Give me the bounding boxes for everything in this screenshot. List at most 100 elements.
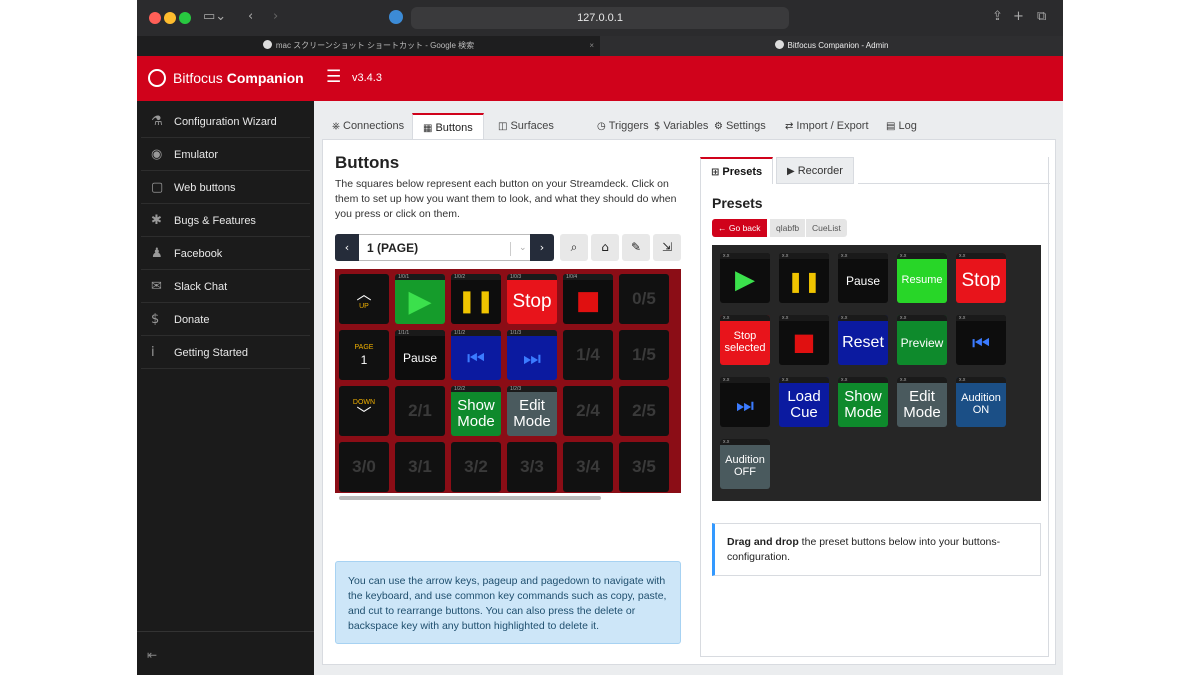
close-tab-icon[interactable]: × [589,36,594,56]
empty-button-slot[interactable]: 0/5 [619,274,669,324]
breadcrumb-label: qlabfb [776,223,800,233]
chevron-down-icon: ﹀ [356,404,372,423]
preset-button[interactable]: x.x Pause [838,253,888,303]
pause-icon: ❚❚ [457,289,495,315]
browser-tab-google[interactable]: mac スクリーンショット ショートカット - Google 検索 × [137,36,600,56]
brand-header[interactable]: Bitfocus Companion [137,56,314,101]
grid-button[interactable]: 1/1/3 ⏭ [507,330,557,380]
empty-button-slot[interactable]: 2/5 [619,386,669,436]
preset-button[interactable]: x.x Load Cue [779,377,829,427]
preset-label: Load Cue [787,388,821,421]
forward-icon[interactable]: › [273,9,278,24]
share-icon[interactable]: ⇪ [992,9,1003,24]
tablet-icon: ▢ [151,180,164,195]
go-back-button[interactable]: ← Go back [712,219,767,237]
preset-label: Resume [901,274,943,287]
breadcrumb-cuelist[interactable]: CueList [806,219,847,237]
preset-button[interactable]: x.x ❚❚ [779,253,829,303]
empty-button-slot[interactable]: 3/2 [451,442,501,492]
close-window-button[interactable] [149,12,161,24]
search-button[interactable]: ⌕ [560,234,588,261]
sidebar-item-slack-chat[interactable]: ✉ Slack Chat [141,271,310,303]
new-tab-icon[interactable]: + [1013,9,1024,24]
tabs-overview-icon[interactable]: ⧉ [1037,9,1046,24]
zoom-window-button[interactable] [179,12,191,24]
sidebar-item-facebook[interactable]: ♟ Facebook [141,238,310,270]
preset-label: Audition OFF [725,454,765,478]
sidebar-toggle-icon[interactable]: ▭⌄ [203,9,226,24]
edit-page-button[interactable]: ✎ [622,234,650,261]
next-page-button[interactable]: › [530,234,554,261]
preset-button[interactable]: x.x Stop selected [720,315,770,365]
browser-logo-icon [389,10,403,24]
empty-button-slot[interactable]: 3/4 [563,442,613,492]
home-button[interactable]: ⌂ [591,234,619,261]
tab-log[interactable]: ▤ Log [876,113,927,139]
grid-button[interactable]: 1/0/4 ■ [563,274,613,324]
empty-button-slot[interactable]: 3/1 [395,442,445,492]
page-select-value[interactable]: 1 (PAGE) [367,241,418,255]
preset-button[interactable]: x.x Edit Mode [897,377,947,427]
page-nav-down-button[interactable]: DOWN ﹀ [339,386,389,436]
tab-import-export[interactable]: ⇄ Import / Export [775,113,879,139]
minimize-window-button[interactable] [164,12,176,24]
grid-horizontal-scrollbar[interactable] [335,495,681,501]
breadcrumb-qlabfb[interactable]: qlabfb [770,219,806,237]
tab-settings[interactable]: ⚙ Settings [704,113,776,139]
grid-button[interactable]: 1/2/2 Show Mode [451,386,501,436]
browser-tab-companion[interactable]: Bitfocus Companion - Admin [600,36,1063,56]
empty-button-slot[interactable]: 2/1 [395,386,445,436]
sidebar-collapse-icon[interactable]: ⇤ [137,631,314,675]
preset-button[interactable]: x.x ⏭ [720,377,770,427]
export-page-button[interactable]: ⇲ [653,234,681,261]
empty-button-slot[interactable]: 2/4 [563,386,613,436]
preset-button[interactable]: x.x Audition ON [956,377,1006,427]
hamburger-menu-icon[interactable]: ☰ [326,67,341,87]
tab-label: Surfaces [510,120,554,132]
empty-button-slot[interactable]: 1/4 [563,330,613,380]
sidebar-item-getting-started[interactable]: i Getting Started [141,337,310,369]
grid-button[interactable]: 1/0/2 ❚❚ [451,274,501,324]
preset-button[interactable]: x.x Audition OFF [720,439,770,489]
grid-button[interactable]: 1/0/1 ▶ [395,274,445,324]
page-nav-page-button[interactable]: PAGE 1 [339,330,389,380]
preset-button[interactable]: x.x Show Mode [838,377,888,427]
page-number: 1 [360,352,368,367]
grid-button[interactable]: 1/2/3 Edit Mode [507,386,557,436]
grid-button[interactable]: 1/1/1 Pause [395,330,445,380]
tab-presets[interactable]: ⊞ Presets [700,157,774,184]
page-nav-up-button[interactable]: ︿ UP [339,274,389,324]
preset-button[interactable]: x.x Resume [897,253,947,303]
nav-label-group: ︿ UP [339,274,389,324]
grid-button[interactable]: 1/0/3 Stop [507,274,557,324]
empty-button-slot[interactable]: 3/3 [507,442,557,492]
back-icon[interactable]: ‹ [248,9,253,24]
preset-button[interactable]: x.x Stop [956,253,1006,303]
preset-button[interactable]: x.x ⏮ [956,315,1006,365]
tab-label: Recorder [797,165,843,177]
sidebar-item-web-buttons[interactable]: ▢ Web buttons [141,172,310,204]
preset-button[interactable]: x.x Preview [897,315,947,365]
chevron-down-icon[interactable]: ⌄ [510,242,527,256]
empty-button-slot[interactable]: 3/0 [339,442,389,492]
sidebar-item-bugs-features[interactable]: ✱ Bugs & Features [141,205,310,237]
tab-connections[interactable]: ⎈ Connections [322,113,414,139]
preset-button[interactable]: x.x ▶ [720,253,770,303]
sidebar-item-configuration-wizard[interactable]: ⚗ Configuration Wizard [141,106,310,138]
sidebar-item-label: Configuration Wizard [174,116,277,128]
slot-label: 3/3 [520,457,544,477]
tab-surfaces[interactable]: ◫ Surfaces [488,113,564,139]
tab-buttons[interactable]: ▦ Buttons [412,113,484,139]
sidebar-item-donate[interactable]: $ Donate [141,304,310,336]
empty-button-slot[interactable]: 1/5 [619,330,669,380]
prev-page-button[interactable]: ‹ [335,234,359,261]
grid-button[interactable]: 1/1/2 ⏮ [451,330,501,380]
button-label: Show Mode [457,397,495,430]
address-bar[interactable]: 127.0.0.1 [411,7,789,29]
sidebar-item-emulator[interactable]: ◉ Emulator [141,139,310,171]
tab-recorder[interactable]: ▶ Recorder [776,157,854,184]
page-selector[interactable]: ‹ 1 (PAGE) ⌄ › [335,234,554,261]
preset-button[interactable]: x.x Reset [838,315,888,365]
empty-button-slot[interactable]: 3/5 [619,442,669,492]
preset-button[interactable]: x.x ■ [779,315,829,365]
